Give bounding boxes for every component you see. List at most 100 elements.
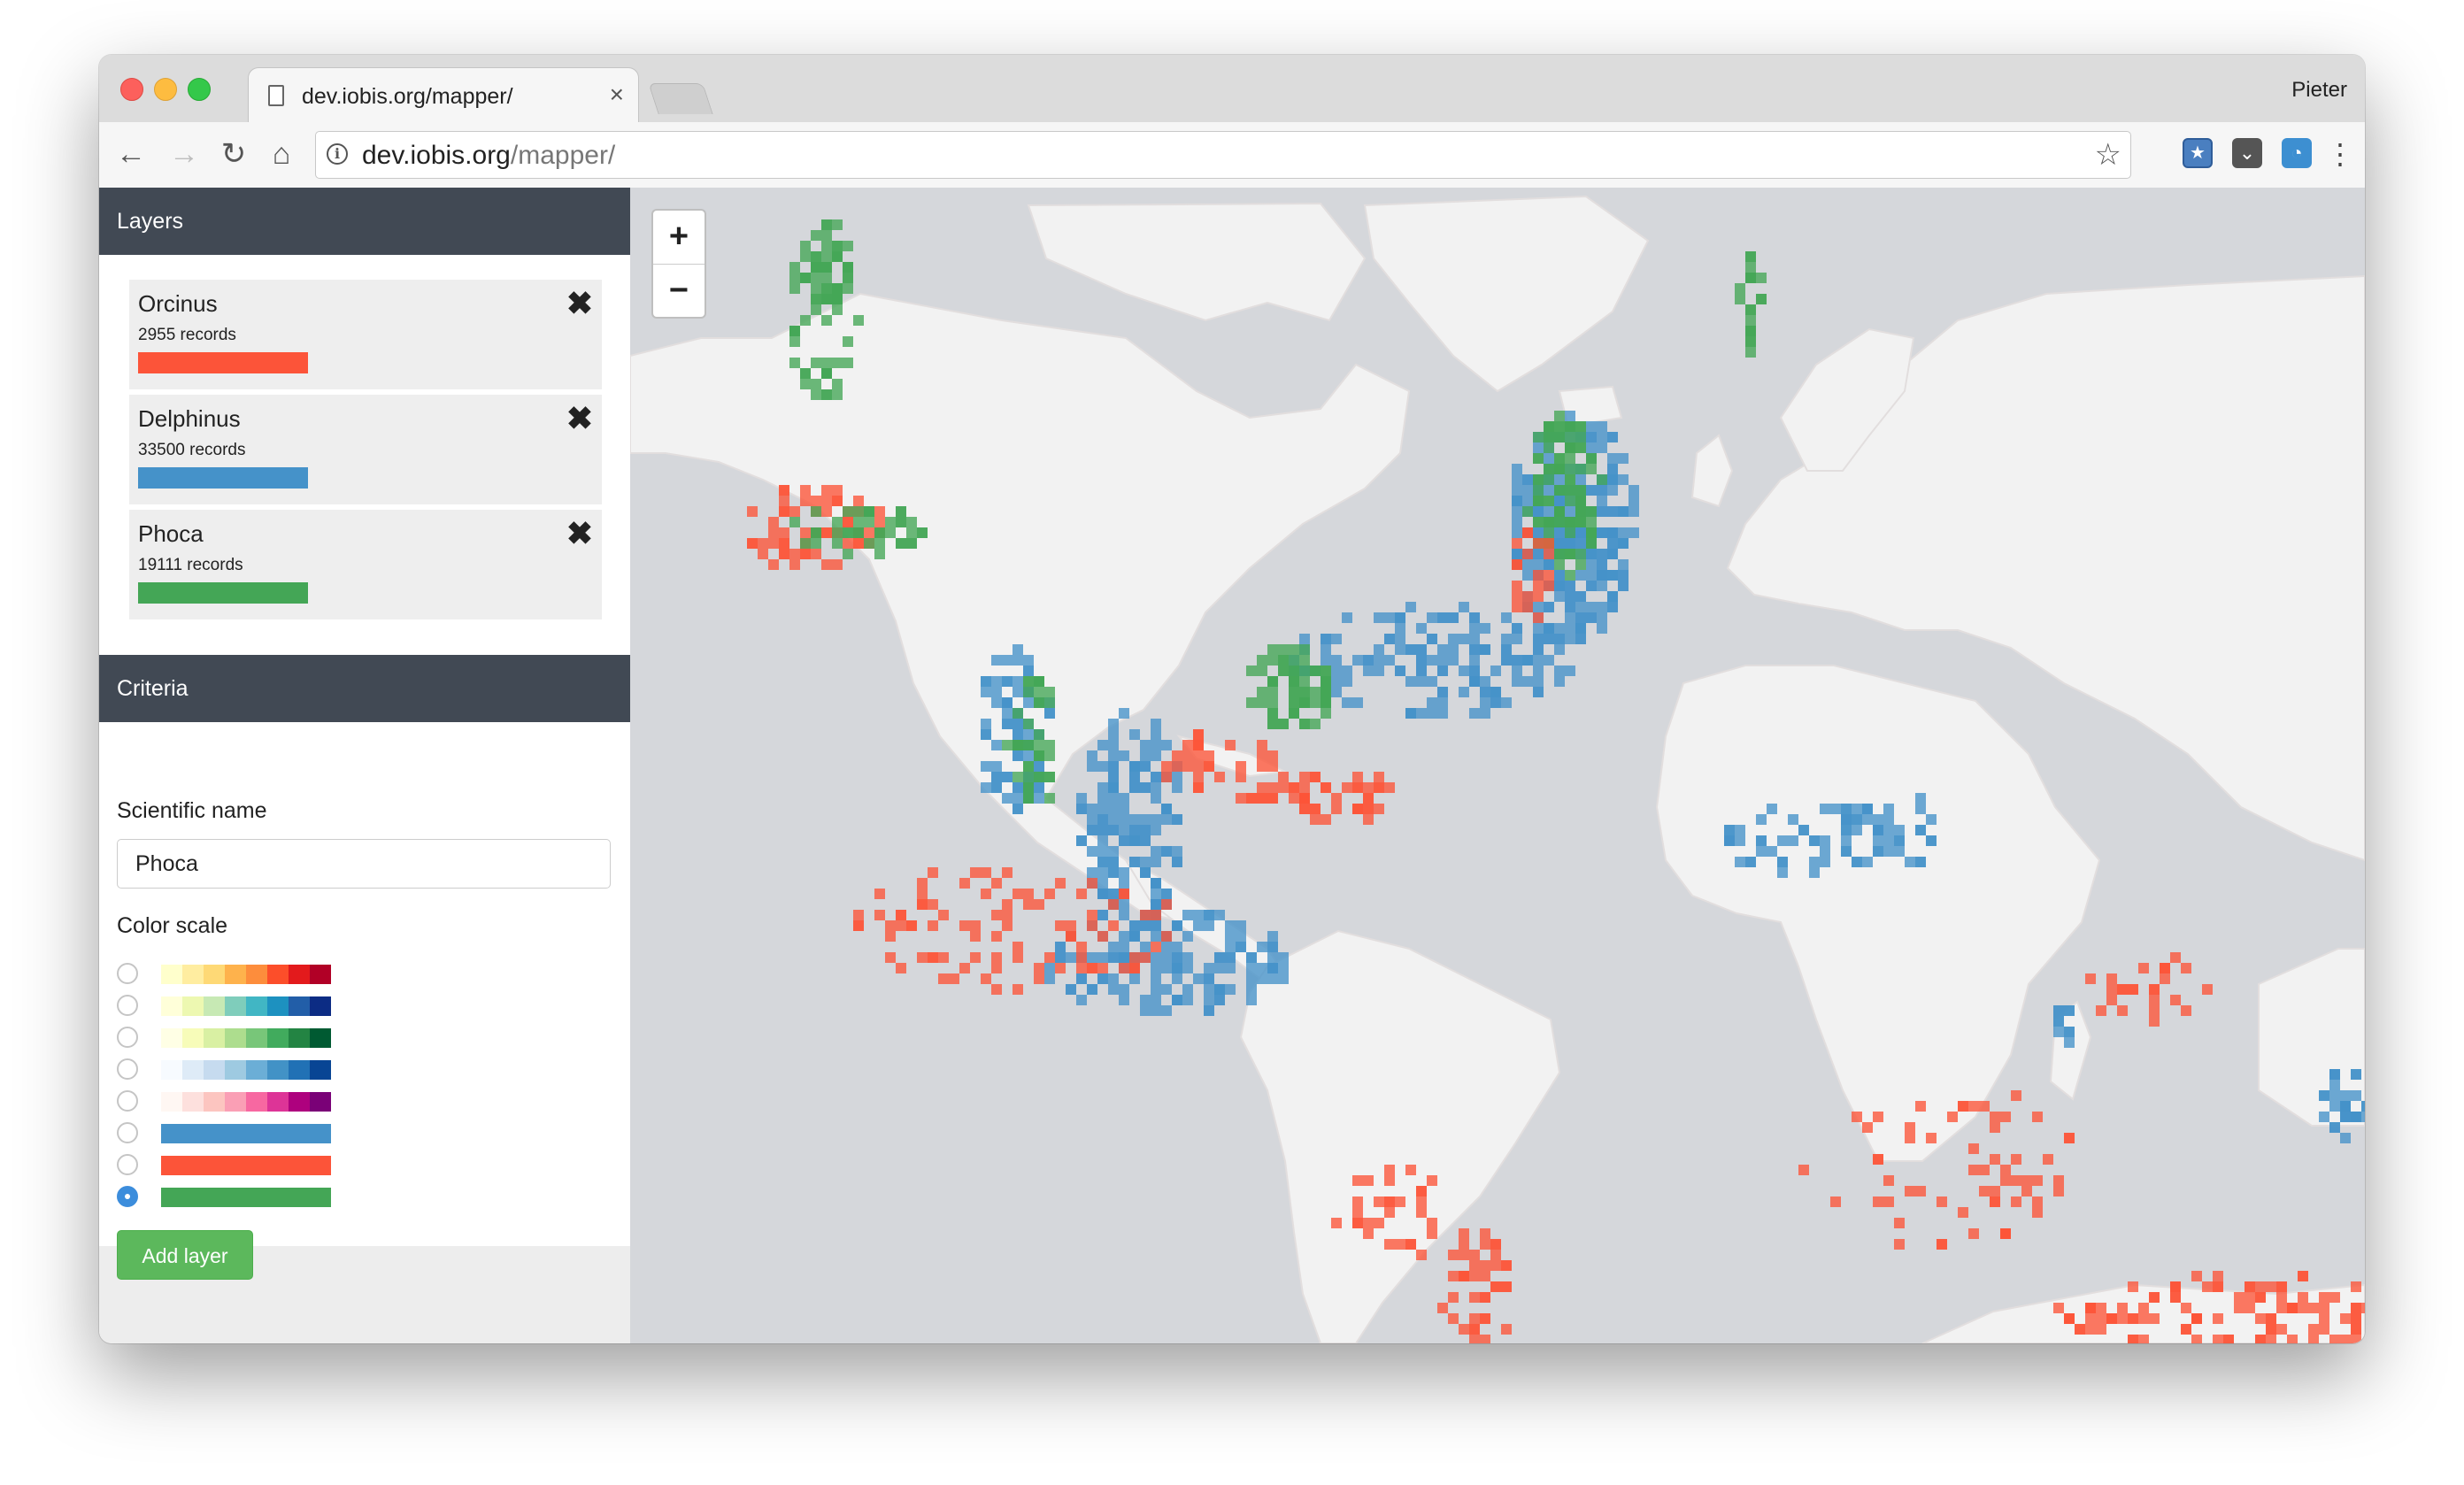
occurrence-cell bbox=[1544, 623, 1554, 634]
land-masses bbox=[630, 195, 2365, 1343]
tab-close-icon[interactable]: × bbox=[610, 81, 624, 109]
occurrence-cell bbox=[1097, 740, 1108, 750]
occurrence-cell bbox=[1119, 708, 1129, 719]
occurrence-cell bbox=[885, 931, 896, 942]
maximize-window-button[interactable] bbox=[188, 78, 211, 101]
occurrence-cell bbox=[1108, 793, 1119, 804]
back-arrow-icon[interactable]: ← bbox=[112, 135, 150, 173]
info-icon[interactable]: i bbox=[327, 143, 348, 165]
occurrence-cell bbox=[1108, 761, 1119, 772]
occurrence-cell bbox=[1427, 655, 1437, 666]
zoom-out-button[interactable]: − bbox=[653, 265, 705, 317]
occurrence-cell bbox=[1544, 549, 1554, 559]
occurrence-cell bbox=[1437, 687, 1448, 697]
occurrence-cell bbox=[1501, 1260, 1512, 1271]
occurrence-cell bbox=[1544, 538, 1554, 549]
color-scale-radio[interactable] bbox=[117, 995, 138, 1016]
color-scale-swatch[interactable] bbox=[161, 1124, 331, 1143]
color-scale-radio[interactable] bbox=[117, 1154, 138, 1175]
occurrence-cell bbox=[1023, 697, 1034, 708]
new-tab-button[interactable] bbox=[648, 83, 713, 114]
occurrence-cell bbox=[874, 910, 885, 920]
occurrence-cell bbox=[970, 931, 981, 942]
color-scale-radio[interactable] bbox=[117, 963, 138, 984]
browser-menu-icon[interactable]: ⋮ bbox=[2326, 135, 2354, 173]
occurrence-cell bbox=[874, 538, 885, 549]
forward-arrow-icon[interactable]: → bbox=[165, 135, 204, 173]
color-scale-swatch[interactable] bbox=[161, 1028, 331, 1048]
close-window-button[interactable] bbox=[120, 78, 143, 101]
color-scale-radio[interactable] bbox=[117, 1027, 138, 1048]
africa-land bbox=[1655, 665, 2101, 1162]
occurrence-cell bbox=[1193, 761, 1204, 772]
occurrence-cell bbox=[1565, 666, 1575, 676]
occurrence-cell bbox=[2043, 1154, 2053, 1165]
occurrence-cell bbox=[800, 241, 811, 251]
occurrence-cell bbox=[1108, 984, 1119, 995]
scientific-name-input[interactable]: Phoca bbox=[117, 839, 611, 889]
color-scale-radio[interactable] bbox=[117, 1122, 138, 1143]
map-view[interactable]: + − bbox=[630, 188, 2365, 1343]
reload-icon[interactable]: ↻ bbox=[214, 135, 253, 173]
occurrence-cell bbox=[821, 262, 832, 273]
remove-layer-icon[interactable]: ✖ bbox=[566, 515, 593, 552]
occurrence-cell bbox=[1119, 825, 1129, 835]
browser-window: dev.iobis.org/mapper/ × Pieter ← → ↻ ⌂ i… bbox=[99, 55, 2365, 1343]
feed-extension-icon[interactable]: ◔ bbox=[2282, 138, 2312, 168]
color-scale-radio[interactable] bbox=[117, 1186, 138, 1207]
occurrence-cell bbox=[2149, 984, 2160, 995]
address-bar[interactable]: i dev.iobis.org/mapper/ ☆ bbox=[315, 131, 2131, 179]
occurrence-cell bbox=[1405, 1165, 1416, 1175]
add-layer-button[interactable]: Add layer bbox=[117, 1230, 253, 1280]
occurrence-cell bbox=[1299, 793, 1310, 804]
occurrence-cell bbox=[1331, 666, 1342, 676]
occurrence-cell bbox=[2096, 1303, 2106, 1313]
occurrence-cell bbox=[1108, 772, 1119, 782]
occurrence-cell bbox=[970, 952, 981, 963]
occurrence-cell bbox=[1097, 782, 1108, 793]
occurrence-cell bbox=[1140, 782, 1151, 793]
color-scale-swatch[interactable] bbox=[161, 1092, 331, 1112]
bookmark-extension-icon[interactable]: ★ bbox=[2183, 138, 2213, 168]
url-text[interactable]: dev.iobis.org/mapper/ bbox=[362, 141, 615, 171]
color-scale-swatch[interactable] bbox=[161, 1156, 331, 1175]
pocket-extension-icon[interactable]: ⌄ bbox=[2232, 138, 2262, 168]
color-scale-swatch[interactable] bbox=[161, 965, 331, 984]
occurrence-cell bbox=[1246, 952, 1257, 963]
occurrence-cell bbox=[1416, 708, 1427, 719]
occurrence-cell bbox=[2128, 1335, 2138, 1343]
remove-layer-icon[interactable]: ✖ bbox=[566, 285, 593, 322]
occurrence-cell bbox=[1193, 920, 1204, 931]
home-icon[interactable]: ⌂ bbox=[262, 135, 301, 173]
color-scale-radio[interactable] bbox=[117, 1058, 138, 1080]
occurrence-cell bbox=[821, 283, 832, 294]
occurrence-cell bbox=[1161, 1005, 1172, 1016]
occurrence-cell bbox=[1437, 612, 1448, 623]
bookmark-star-icon[interactable]: ☆ bbox=[2095, 137, 2121, 173]
profile-name[interactable]: Pieter bbox=[2291, 78, 2347, 103]
occurrence-cell bbox=[1873, 1196, 1883, 1207]
occurrence-cell bbox=[1544, 506, 1554, 517]
occurrence-cell bbox=[1735, 825, 1745, 835]
occurrence-cell bbox=[853, 496, 864, 506]
occurrence-cell bbox=[1745, 251, 1756, 262]
occurrence-cell bbox=[1363, 793, 1374, 804]
occurrence-cell bbox=[1544, 570, 1554, 581]
occurrence-cell bbox=[1267, 942, 1278, 952]
remove-layer-icon[interactable]: ✖ bbox=[566, 400, 593, 437]
occurrence-cell bbox=[2117, 984, 2128, 995]
occurrence-cell bbox=[2053, 1005, 2064, 1016]
color-scale-swatch[interactable] bbox=[161, 996, 331, 1016]
occurrence-cell bbox=[1151, 920, 1161, 931]
color-scale-swatch[interactable] bbox=[161, 1060, 331, 1080]
browser-tab[interactable]: dev.iobis.org/mapper/ × bbox=[248, 67, 639, 123]
occurrence-cell bbox=[1586, 538, 1597, 549]
world-map[interactable] bbox=[630, 188, 2365, 1343]
occurrence-cell bbox=[1544, 581, 1554, 591]
zoom-in-button[interactable]: + bbox=[653, 211, 705, 265]
color-scale-swatch[interactable] bbox=[161, 1188, 331, 1207]
minimize-window-button[interactable] bbox=[154, 78, 177, 101]
occurrence-cell bbox=[1204, 963, 1214, 973]
occurrence-cell bbox=[1586, 612, 1597, 623]
color-scale-radio[interactable] bbox=[117, 1090, 138, 1112]
